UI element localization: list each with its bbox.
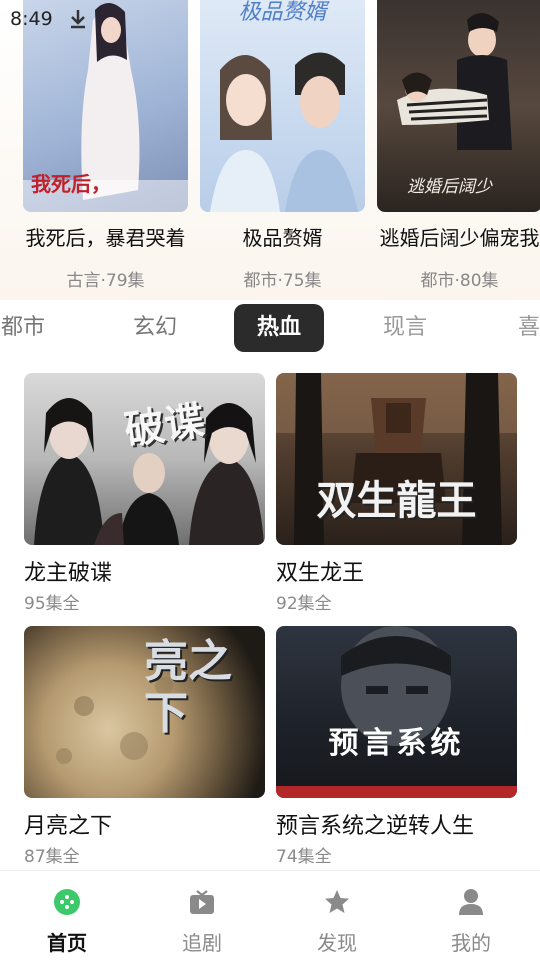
featured-title: 我死后，暴君哭着	[25, 226, 186, 250]
featured-title: 逃婚后阔少偏宠我	[379, 226, 540, 250]
nav-profile[interactable]: 我的	[426, 887, 516, 956]
star-icon	[325, 890, 349, 913]
nav-home[interactable]: 首页	[22, 887, 112, 956]
category-tabs: 都市 玄幻 热血 现言 喜剧	[0, 304, 540, 356]
poster-figure	[276, 626, 517, 798]
status-time: 8:49	[10, 8, 53, 30]
drama-title: 双生龙王	[276, 561, 365, 586]
user-icon	[459, 889, 483, 915]
drama-poster: 预言系统	[276, 626, 517, 798]
drama-card[interactable]: 预言系统 预言系统之逆转人生 74集全	[276, 626, 517, 867]
drama-poster: 亮之下	[24, 626, 265, 798]
status-bar: 8:49	[0, 0, 540, 36]
drama-card[interactable]: 亮之下 月亮之下 87集全	[24, 626, 265, 867]
featured-title: 极品赘婿	[242, 226, 323, 250]
tab-rexue[interactable]: 热血	[234, 304, 324, 352]
nav-home-label: 首页	[47, 931, 87, 955]
nav-profile-label: 我的	[451, 931, 491, 955]
download-icon	[71, 10, 85, 29]
poster-caption: 亮之下	[144, 636, 232, 739]
drama-episodes: 87集全	[24, 847, 80, 867]
drama-title: 月亮之下	[24, 814, 113, 839]
tab-dushi[interactable]: 都市	[0, 304, 58, 352]
poster-caption: 预言系统	[328, 726, 465, 761]
nav-discover[interactable]: 发现	[292, 887, 382, 956]
featured-meta: 都市·75集	[243, 271, 322, 291]
drama-episodes: 74集全	[276, 847, 332, 867]
featured-carousel: 我死后， 我死后，暴君哭着 古言·79集 极品赘婿 极品赘婿 都市·75集 逃婚…	[0, 0, 540, 300]
bottom-nav: 首页 追剧 发现 我的	[0, 870, 540, 960]
tab-xiju[interactable]: 喜剧	[505, 304, 540, 352]
poster-caption: 逃婚后阔少	[407, 177, 492, 197]
nav-following[interactable]: 追剧	[157, 887, 247, 956]
tab-xuanhuan[interactable]: 玄幻	[120, 304, 190, 352]
drama-episodes: 95集全	[24, 594, 80, 614]
nav-following-label: 追剧	[182, 931, 222, 955]
drama-poster: 双生龍王	[276, 373, 517, 545]
drama-card[interactable]: 双生龍王 双生龙王 92集全	[276, 373, 517, 614]
drama-poster: 破谍	[24, 373, 265, 545]
drama-title: 龙主破谍	[24, 561, 113, 586]
drama-episodes: 92集全	[276, 594, 332, 614]
nav-discover-label: 发现	[317, 931, 357, 955]
featured-meta: 古言·79集	[66, 271, 145, 291]
drama-card[interactable]: 破谍 龙主破谍 95集全	[24, 373, 265, 614]
poster-caption: 破谍	[121, 397, 208, 455]
home-icon	[54, 889, 80, 915]
poster-caption: 双生龍王	[316, 478, 477, 524]
tv-icon	[190, 890, 214, 914]
featured-meta: 都市·80集	[420, 271, 499, 291]
drama-title: 预言系统之逆转人生	[276, 814, 475, 839]
poster-caption: 我死后，	[31, 172, 111, 196]
tab-xianyan[interactable]: 现言	[370, 304, 440, 352]
